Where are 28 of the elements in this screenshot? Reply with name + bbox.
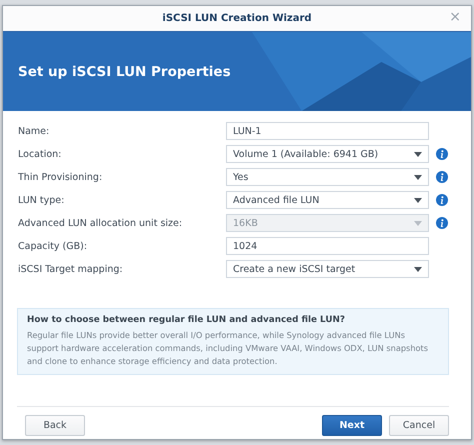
field-label: iSCSI Target mapping: xyxy=(18,264,124,274)
caret-icon xyxy=(414,174,422,180)
banner-heading: Set up iSCSI LUN Properties xyxy=(18,64,231,80)
info-icon[interactable] xyxy=(436,171,448,183)
field-label: Thin Provisioning: xyxy=(18,172,104,182)
caret-icon xyxy=(414,266,422,272)
caret-icon xyxy=(414,152,422,156)
caret-icon xyxy=(414,220,422,226)
field-label: Advanced LUN allocation unit size: xyxy=(18,218,184,228)
dropdown[interactable]: Create a new iSCSI target xyxy=(226,260,429,278)
info-icon[interactable] xyxy=(436,148,448,160)
help-title: How to choose between regular file LUN and advanced file LUN? xyxy=(27,315,346,325)
window-title: iSCSI LUN Creation Wizard xyxy=(162,13,312,24)
field-label: LUN type: xyxy=(18,194,66,206)
help-text: Regular file LUNs provide better overall I/O performance, while Synology advanced file LUNs support hardware acceleration commands, including VMware VAAI, Windows ODX, LUN snapshots and clone to enhance storage efficiency and data protection. xyxy=(27,329,429,368)
text-field[interactable]: LUN-1 xyxy=(226,122,429,140)
dropdown[interactable]: Yes xyxy=(226,168,429,186)
field-label: Capacity (GB): xyxy=(18,240,88,252)
info-icon[interactable] xyxy=(436,194,448,206)
cancel-button[interactable]: Cancel xyxy=(389,415,449,436)
next-button[interactable]: Next xyxy=(322,415,382,436)
dropdown[interactable]: Volume 1 (Available: 6941 GB) xyxy=(226,145,429,163)
text-field[interactable]: 1024 xyxy=(226,237,429,255)
dropdown[interactable]: Advanced file LUN xyxy=(226,191,429,209)
field-label: Location: xyxy=(18,148,62,160)
caret-icon xyxy=(414,198,422,202)
field-label: Name: xyxy=(18,126,50,136)
back-button[interactable]: Back xyxy=(25,415,85,436)
